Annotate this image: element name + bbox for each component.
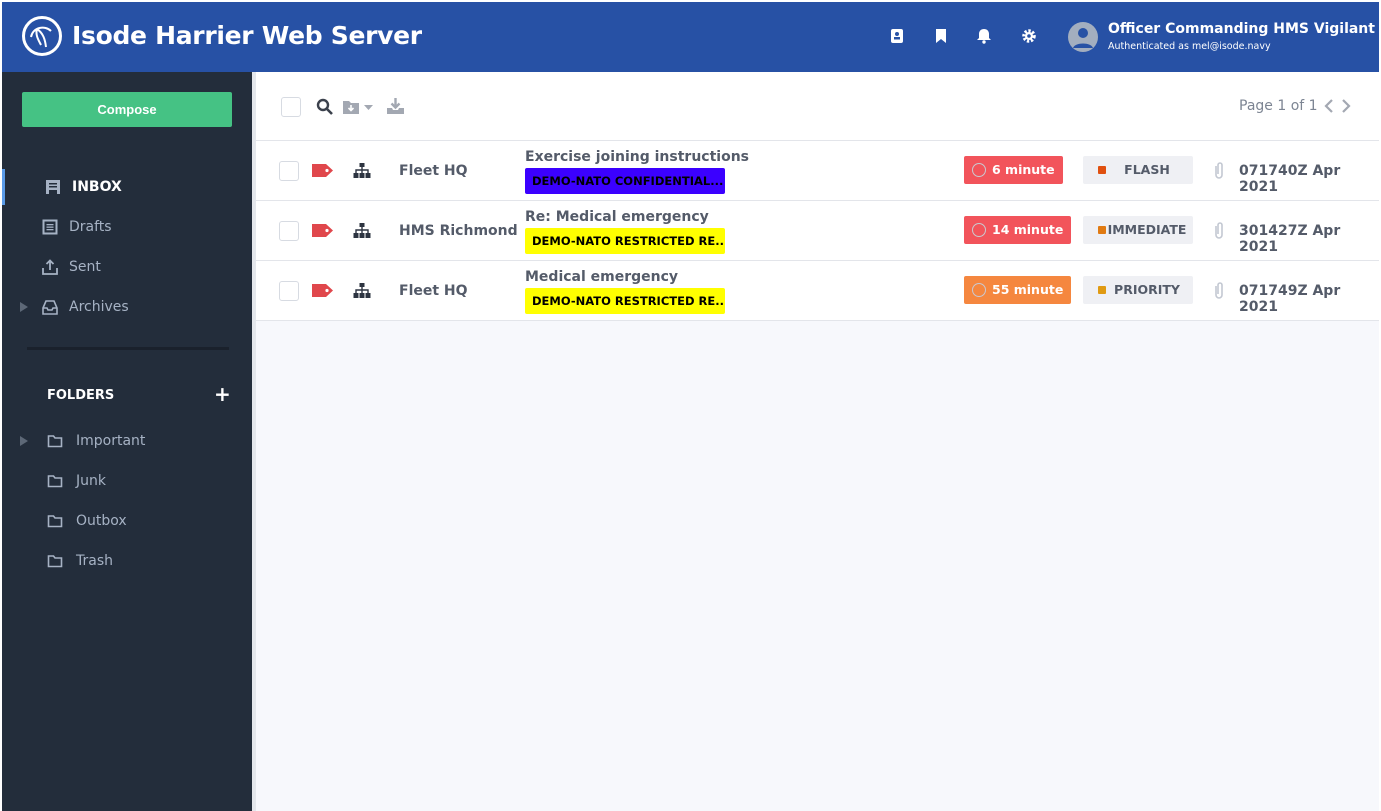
sidebar-item-inbox[interactable]: INBOX bbox=[2, 169, 252, 205]
folder-label: Important bbox=[76, 433, 146, 449]
bell-icon[interactable] bbox=[976, 28, 992, 44]
message-dtg: 071740Z Apr 2021 bbox=[1239, 163, 1341, 195]
timer-text: 6 minute bbox=[992, 162, 1055, 177]
avatar[interactable] bbox=[1068, 22, 1098, 52]
search-icon[interactable] bbox=[316, 98, 334, 116]
sidebar-item-label: Sent bbox=[69, 259, 101, 275]
precedence-badge: FLASH bbox=[1083, 156, 1193, 184]
authenticated-as: Authenticated as mel@isode.navy bbox=[1108, 41, 1271, 52]
compose-button[interactable]: Compose bbox=[22, 92, 232, 127]
inbox-icon bbox=[46, 180, 60, 194]
folder-icon bbox=[47, 435, 63, 448]
next-page-icon[interactable] bbox=[1341, 98, 1351, 114]
sidebar-item-sent[interactable]: Sent bbox=[2, 249, 252, 285]
distribution-tree-icon bbox=[353, 223, 371, 238]
sidebar-item-drafts[interactable]: Drafts bbox=[2, 209, 252, 245]
timer-text: 14 minute bbox=[992, 222, 1064, 237]
tag-icon[interactable] bbox=[312, 224, 333, 237]
security-label-badge: DEMO-NATO CONFIDENTIAL... bbox=[525, 168, 725, 194]
folder-trash[interactable]: Trash bbox=[2, 543, 252, 579]
precedence-badge: PRIORITY bbox=[1083, 276, 1193, 304]
folder-icon bbox=[47, 515, 63, 528]
precedence-dot-icon bbox=[1098, 226, 1106, 234]
sidebar-item-label: Drafts bbox=[69, 219, 112, 235]
sidebar-item-archives[interactable]: Archives bbox=[2, 289, 252, 325]
precedence-text: PRIORITY bbox=[1114, 282, 1180, 297]
address-book-icon[interactable] bbox=[889, 28, 905, 44]
message-dtg: 071749Z Apr 2021 bbox=[1239, 283, 1341, 315]
message-subject[interactable]: Medical emergency bbox=[525, 269, 678, 285]
timer-text: 55 minute bbox=[992, 282, 1064, 297]
paperclip-icon bbox=[1215, 282, 1223, 299]
upload-icon bbox=[42, 259, 58, 275]
sidebar-item-label: Archives bbox=[69, 299, 129, 315]
security-label-badge: DEMO-NATO RESTRICTED RE... bbox=[525, 228, 725, 254]
gear-icon[interactable] bbox=[1021, 28, 1037, 44]
bookmark-icon[interactable] bbox=[933, 28, 949, 44]
app-header: Isode Harrier Web Server Officer Command… bbox=[2, 2, 1379, 72]
message-subject[interactable]: Re: Medical emergency bbox=[525, 209, 709, 225]
folder-important[interactable]: Important bbox=[2, 423, 252, 459]
previous-page-icon[interactable] bbox=[1324, 98, 1334, 114]
app-title: Isode Harrier Web Server bbox=[72, 21, 422, 50]
precedence-dot-icon bbox=[1098, 286, 1106, 294]
folder-label: Trash bbox=[76, 553, 113, 569]
message-sender: Fleet HQ bbox=[399, 163, 468, 179]
message-dtg: 301427Z Apr 2021 bbox=[1239, 223, 1341, 255]
sidebar-divider bbox=[27, 347, 229, 350]
message-sender: Fleet HQ bbox=[399, 283, 468, 299]
distribution-tree-icon bbox=[353, 163, 371, 178]
folder-label: Junk bbox=[76, 473, 106, 489]
download-icon[interactable] bbox=[386, 97, 405, 115]
sidebar-item-label: INBOX bbox=[72, 179, 122, 195]
harrier-logo-icon bbox=[22, 16, 62, 56]
timer-badge: 6 minute bbox=[964, 156, 1063, 184]
toolbar: Page 1 of 1 bbox=[256, 72, 1379, 141]
archive-tray-icon bbox=[42, 300, 58, 315]
paperclip-icon bbox=[1215, 162, 1223, 179]
distribution-tree-icon bbox=[353, 283, 371, 298]
folder-label: Outbox bbox=[76, 513, 127, 529]
folder-icon bbox=[47, 475, 63, 488]
clock-icon bbox=[972, 283, 986, 297]
sidebar: Compose INBOX Drafts Sent Archives FOLDE… bbox=[2, 72, 252, 811]
message-subject[interactable]: Exercise joining instructions bbox=[525, 149, 749, 165]
drafts-icon bbox=[42, 219, 58, 235]
tag-icon[interactable] bbox=[312, 164, 333, 177]
add-folder-button[interactable]: + bbox=[214, 382, 231, 406]
page-indicator: Page 1 of 1 bbox=[1239, 98, 1318, 114]
timer-badge: 55 minute bbox=[964, 276, 1072, 304]
message-row[interactable]: Fleet HQ Exercise joining instructions D… bbox=[256, 141, 1379, 201]
expand-caret-icon[interactable] bbox=[20, 436, 28, 446]
precedence-badge: IMMEDIATE bbox=[1083, 216, 1193, 244]
folder-outbox[interactable]: Outbox bbox=[2, 503, 252, 539]
move-to-folder-icon[interactable] bbox=[342, 99, 376, 115]
expand-caret-icon[interactable] bbox=[20, 302, 28, 312]
user-name: Officer Commanding HMS Vigilant bbox=[1108, 21, 1375, 37]
folders-heading: FOLDERS bbox=[47, 388, 115, 403]
message-list-panel: Page 1 of 1 Fleet HQ Exercise joining in… bbox=[256, 72, 1379, 811]
message-row[interactable]: Fleet HQ Medical emergency DEMO-NATO RES… bbox=[256, 261, 1379, 321]
message-checkbox[interactable] bbox=[279, 161, 299, 181]
paperclip-icon bbox=[1215, 222, 1223, 239]
folder-icon bbox=[47, 555, 63, 568]
select-all-checkbox[interactable] bbox=[281, 97, 301, 117]
tag-icon[interactable] bbox=[312, 284, 333, 297]
precedence-dot-icon bbox=[1098, 166, 1106, 174]
folder-junk[interactable]: Junk bbox=[2, 463, 252, 499]
message-checkbox[interactable] bbox=[279, 221, 299, 241]
clock-icon bbox=[972, 223, 986, 237]
precedence-text: FLASH bbox=[1124, 162, 1170, 177]
timer-badge: 14 minute bbox=[964, 216, 1072, 244]
security-label-badge: DEMO-NATO RESTRICTED RE... bbox=[525, 288, 725, 314]
message-sender: HMS Richmond bbox=[399, 223, 518, 239]
message-row[interactable]: HMS Richmond Re: Medical emergency DEMO-… bbox=[256, 201, 1379, 261]
message-checkbox[interactable] bbox=[279, 281, 299, 301]
clock-icon bbox=[972, 163, 986, 177]
